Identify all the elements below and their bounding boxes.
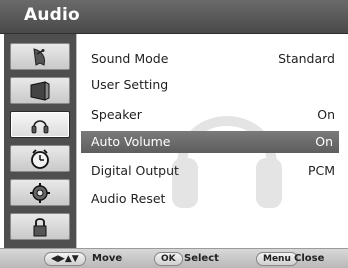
menu-item-label: User Setting (91, 77, 169, 92)
move-hint-label: Move (92, 253, 123, 264)
menu-item-digital-output[interactable]: Digital Output PCM (77, 160, 342, 182)
arrow-keys-badge: ◀▶▲▼ (44, 252, 86, 266)
select-hint-label: Select (184, 253, 219, 264)
menu-item-user-setting[interactable]: User Setting (77, 74, 342, 96)
menu-item-label: Auto Volume (91, 134, 171, 149)
ok-key-badge: OK (154, 252, 183, 266)
close-hint-label: Close (294, 253, 325, 264)
sidebar-item-setup[interactable] (10, 179, 70, 206)
menu-header: Audio (0, 0, 348, 34)
audio-osd-menu: Audio Sound Mode Standard User Setting S… (0, 0, 348, 268)
menu-item-label: Audio Reset (91, 191, 166, 206)
sidebar-item-channel[interactable] (10, 43, 70, 70)
sidebar-item-picture[interactable] (10, 77, 70, 104)
menu-item-label: Digital Output (91, 163, 179, 178)
audio-icon (31, 119, 49, 133)
menu-item-value: PCM (307, 163, 335, 178)
menu-title: Audio (24, 5, 80, 25)
lock-icon (33, 217, 47, 236)
menu-item-value: On (315, 134, 333, 149)
menu-item-value: Standard (278, 51, 335, 66)
menu-item-speaker[interactable]: Speaker On (77, 104, 342, 126)
sidebar-item-time[interactable] (10, 145, 70, 172)
audio-settings-panel: Sound Mode Standard User Setting Speaker… (76, 34, 342, 248)
sidebar-item-lock[interactable] (10, 213, 70, 240)
clock-icon (31, 148, 49, 169)
menu-item-sound-mode[interactable]: Sound Mode Standard (77, 48, 342, 70)
menu-item-value: On (317, 107, 335, 122)
menu-item-label: Speaker (91, 107, 142, 122)
menu-item-auto-volume[interactable]: Auto Volume On (81, 131, 339, 153)
picture-icon (30, 80, 50, 101)
sidebar-item-audio[interactable] (10, 111, 70, 138)
menu-item-audio-reset[interactable]: Audio Reset (77, 188, 342, 210)
category-sidebar (4, 34, 76, 248)
menu-item-label: Sound Mode (91, 51, 169, 66)
menu-key-badge: Menu (256, 252, 298, 266)
settings-gear-icon (30, 182, 50, 203)
key-guide-bar: ◀▶▲▼ Move OK Select Menu Close (0, 248, 348, 268)
satellite-dish-icon (33, 47, 45, 66)
